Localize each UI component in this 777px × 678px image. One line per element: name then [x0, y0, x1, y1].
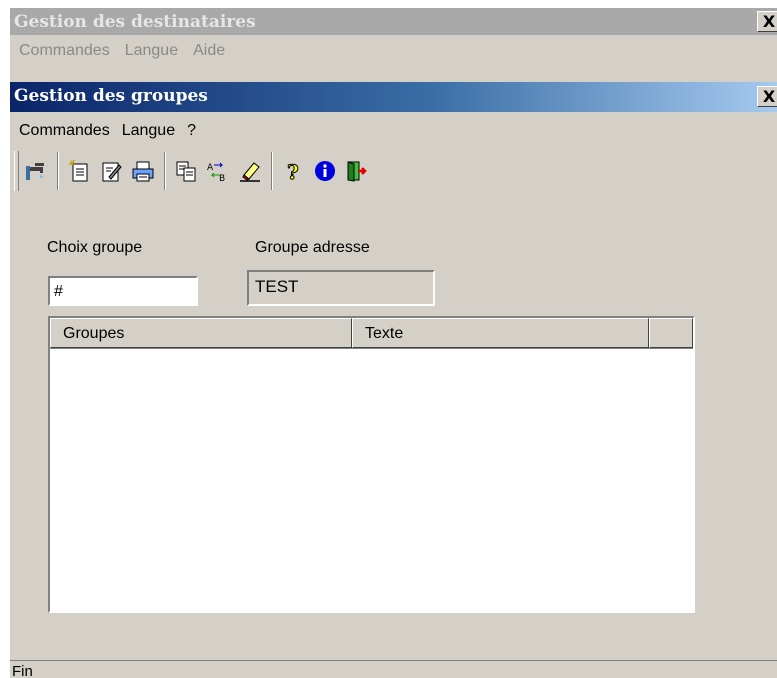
outer-title-bar[interactable]: Gestion des destinataires X [10, 8, 777, 35]
eraser-icon[interactable] [237, 153, 262, 189]
outer-menu-commandes[interactable]: Commandes [19, 42, 110, 60]
svg-text:?: ? [287, 160, 299, 183]
toolbar-separator [271, 152, 273, 190]
toolbar-separator [57, 152, 59, 190]
inner-close-button[interactable]: X [757, 86, 777, 107]
copy-icon[interactable] [173, 153, 198, 189]
tap-icon[interactable] [23, 153, 48, 189]
inner-menu-langue[interactable]: Langue [122, 122, 175, 140]
toolbar: AB ? [14, 148, 376, 194]
outer-menu-bar: Commandes Langue Aide [10, 37, 231, 65]
move-icon[interactable]: AB [205, 153, 230, 189]
inner-menu-help[interactable]: ? [187, 122, 196, 140]
help-icon[interactable]: ? [280, 153, 305, 189]
column-groupes[interactable]: Groupes [50, 318, 352, 348]
outer-menu-aide[interactable]: Aide [193, 42, 225, 60]
svg-text:A: A [207, 163, 214, 173]
outer-window-title: Gestion des destinataires [14, 12, 256, 32]
status-bar: Fin [10, 660, 777, 678]
toolbar-separator [164, 152, 166, 190]
outer-window: Gestion des destinataires X Commandes La… [10, 8, 777, 678]
print-icon[interactable] [130, 153, 155, 189]
exit-icon[interactable] [344, 153, 369, 189]
info-icon[interactable] [312, 153, 337, 189]
column-empty[interactable] [649, 318, 693, 348]
inner-title-bar[interactable]: Gestion des groupes X [10, 82, 777, 112]
inner-window-title: Gestion des groupes [14, 86, 208, 106]
groups-list[interactable]: Groupes Texte [48, 316, 695, 613]
choix-groupe-label: Choix groupe [47, 239, 143, 256]
choix-groupe-input[interactable]: # [48, 276, 198, 306]
toolbar-grip[interactable] [14, 151, 19, 191]
status-text: Fin [12, 663, 33, 678]
new-icon[interactable] [66, 153, 91, 189]
outer-menu-langue[interactable]: Langue [125, 42, 178, 60]
inner-window: Gestion des groupes X Commandes Langue ? [10, 82, 777, 678]
inner-menu-commandes[interactable]: Commandes [19, 122, 110, 140]
column-texte[interactable]: Texte [352, 318, 649, 348]
groupe-adresse-field: TEST [247, 270, 435, 306]
outer-close-button[interactable]: X [757, 11, 777, 32]
list-header: Groupes Texte [50, 318, 693, 349]
groupe-adresse-label: Groupe adresse [255, 239, 370, 256]
inner-menu-bar: Commandes Langue ? [10, 118, 199, 144]
edit-icon[interactable] [98, 153, 123, 189]
